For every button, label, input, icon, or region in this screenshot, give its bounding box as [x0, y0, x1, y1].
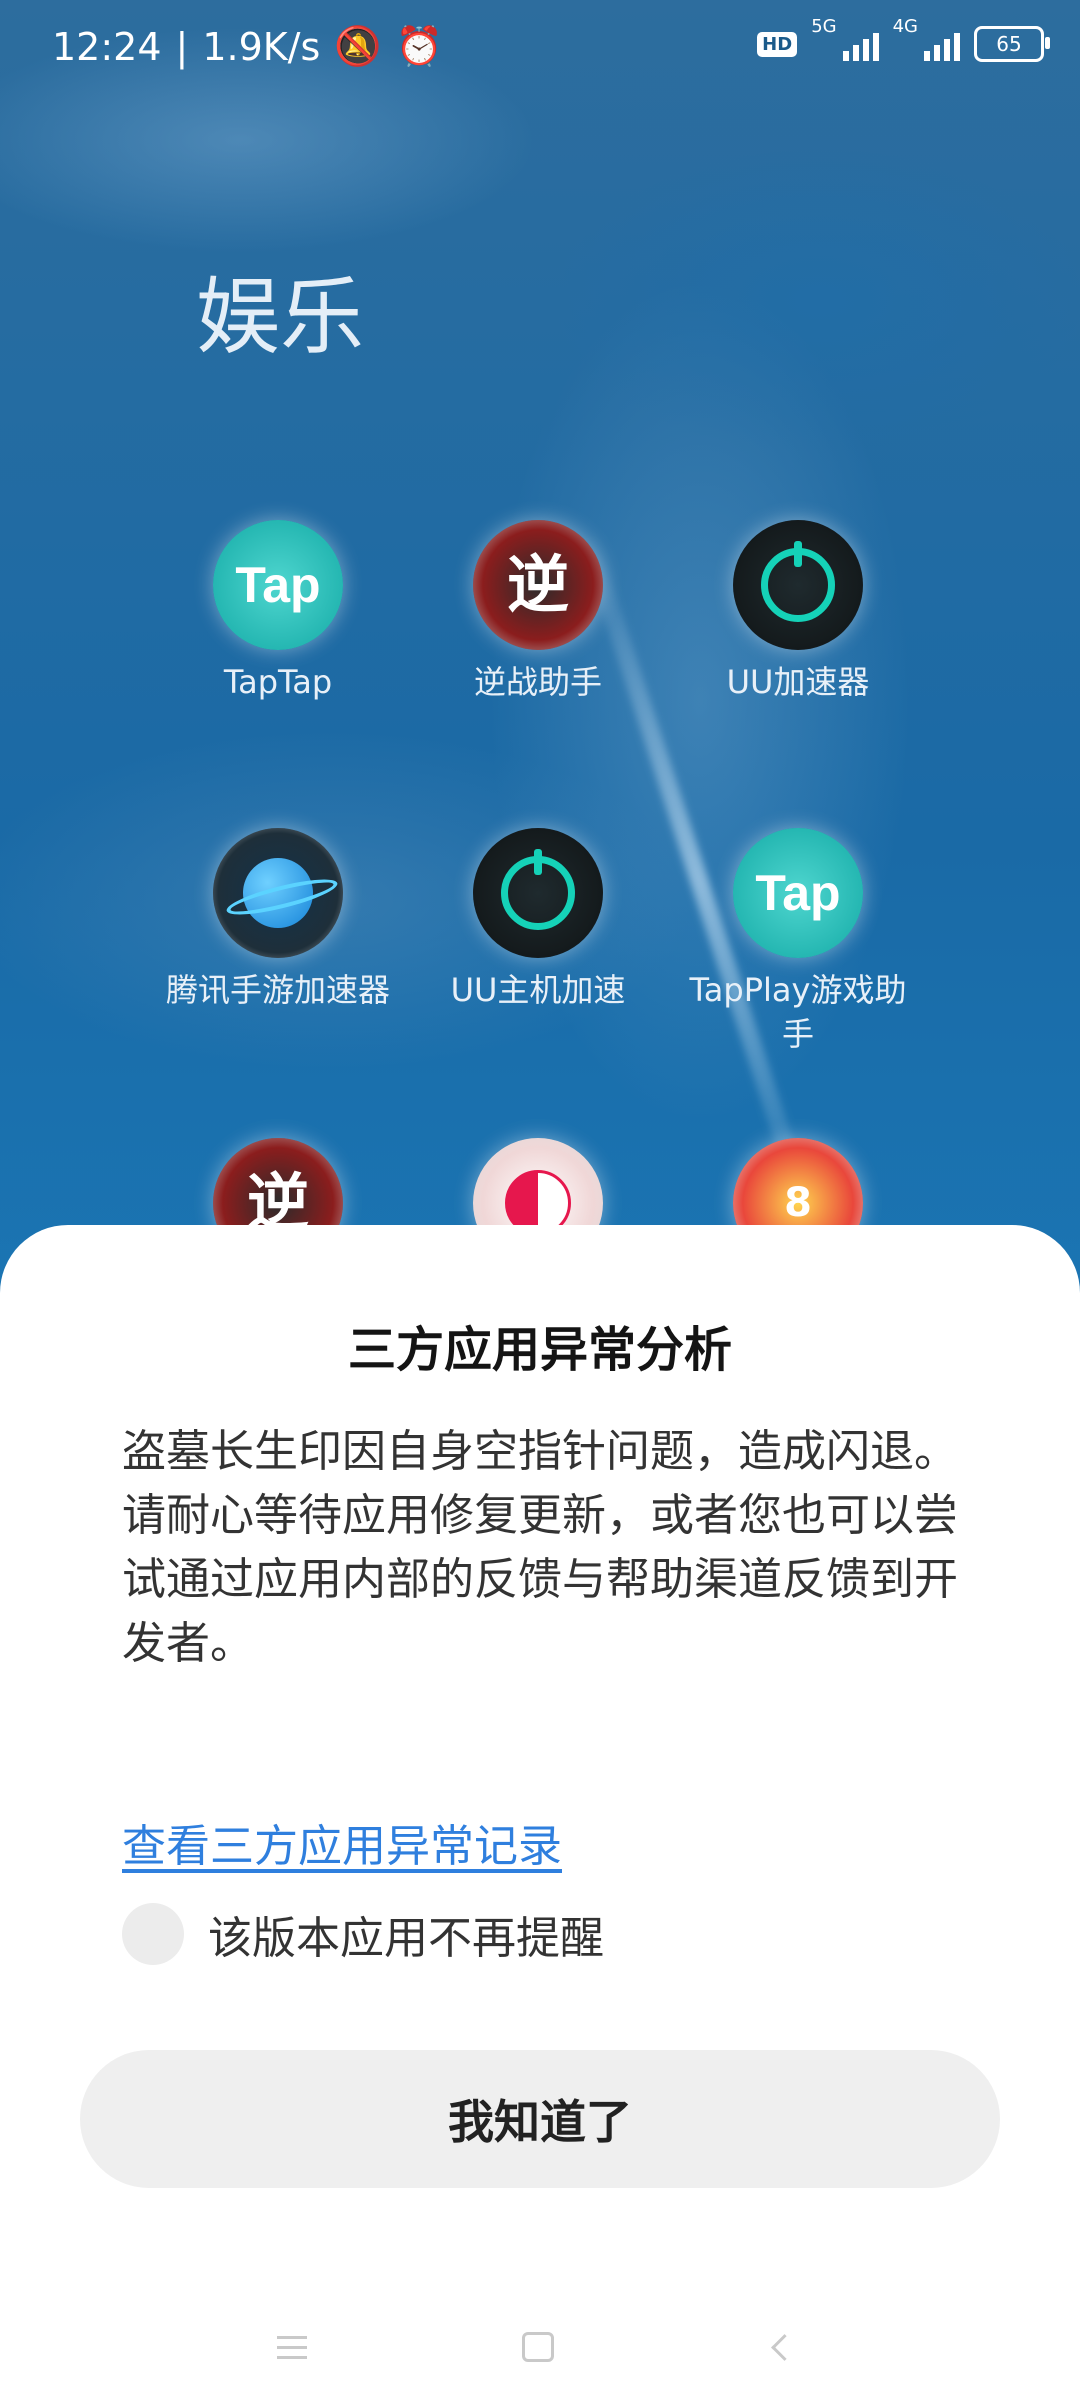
- tencent-accelerator-icon: [213, 828, 343, 958]
- battery-level: 65: [996, 32, 1022, 56]
- app-tapplay[interactable]: Tap TapPlay游戏助手: [683, 828, 913, 1056]
- battery-icon: 65: [974, 26, 1050, 62]
- tapplay-icon-text: Tap: [755, 865, 841, 921]
- signal-icon-sim2: [924, 27, 960, 61]
- hd-icon: HD: [757, 31, 798, 57]
- folder-title: 娱乐: [196, 268, 365, 366]
- taptap-icon-text: Tap: [235, 557, 321, 613]
- app-label: UU主机加速: [450, 971, 626, 1009]
- view-crash-records-link[interactable]: 查看三方应用异常记录: [122, 1810, 562, 1874]
- dont-remind-checkbox[interactable]: [122, 1903, 184, 1965]
- navigation-bar: [0, 2300, 1080, 2400]
- uu-console-icon: [473, 828, 603, 958]
- ball-icon-text: 8: [784, 1180, 812, 1226]
- status-separator: |: [175, 24, 189, 69]
- partial-icon-text: 逆: [246, 1166, 309, 1239]
- recents-menu-icon[interactable]: [262, 2322, 322, 2372]
- app-uu-accelerator[interactable]: UU加速器: [683, 520, 913, 704]
- app-label: TapPlay游戏助手: [689, 971, 907, 1053]
- dialog-message-line1: 盗墓长生印因自身空指针问题，造成闪退。: [122, 1426, 958, 1477]
- app-taptap[interactable]: Tap TapTap: [163, 520, 393, 704]
- app-label: 逆战助手: [473, 663, 602, 701]
- app-label: TapTap: [223, 663, 333, 701]
- uu-accelerator-icon: [733, 520, 863, 650]
- app-label: 腾讯手游加速器: [165, 971, 390, 1009]
- app-uu-console[interactable]: UU主机加速: [423, 828, 653, 1012]
- status-bar: 12:24 | 1.9K/s 🔕 ⏰ HD 5G 4G 65: [0, 0, 1080, 100]
- status-time: 12:24: [52, 24, 162, 69]
- alarm-icon: ⏰: [395, 24, 443, 68]
- dont-remind-checkbox-row[interactable]: 该版本应用不再提醒: [122, 1902, 604, 1966]
- network-type-4g: 4G: [892, 15, 918, 37]
- dont-remind-label: 该版本应用不再提醒: [208, 1913, 604, 1964]
- dialog-message-line2: 请耐心等待应用修复更新，或者您也可以尝试通过应用内部的反馈与帮助渠道反馈到开发者…: [122, 1490, 958, 1669]
- got-it-button[interactable]: 我知道了: [80, 2050, 1000, 2188]
- mute-icon: 🔕: [334, 24, 382, 68]
- app-nizhan-helper[interactable]: 逆 逆战助手: [423, 520, 653, 704]
- app-tencent-accelerator[interactable]: 腾讯手游加速器: [163, 828, 393, 1012]
- nizhan-icon-text: 逆: [506, 548, 569, 621]
- tapplay-icon: Tap: [733, 828, 863, 958]
- network-speed: 1.9K/s: [202, 24, 321, 69]
- dialog-message: 盗墓长生印因自身空指针问题，造成闪退。 请耐心等待应用修复更新，或者您也可以尝试…: [122, 1420, 962, 1676]
- nizhan-icon: 逆: [473, 520, 603, 650]
- app-label: UU加速器: [726, 663, 870, 701]
- signal-icon-sim1: [842, 27, 879, 61]
- network-type-5g: 5G: [811, 15, 837, 37]
- back-icon[interactable]: [754, 2322, 814, 2372]
- home-icon[interactable]: [508, 2322, 568, 2372]
- dialog-title: 三方应用异常分析: [347, 1322, 732, 1378]
- taptap-icon: Tap: [213, 520, 343, 650]
